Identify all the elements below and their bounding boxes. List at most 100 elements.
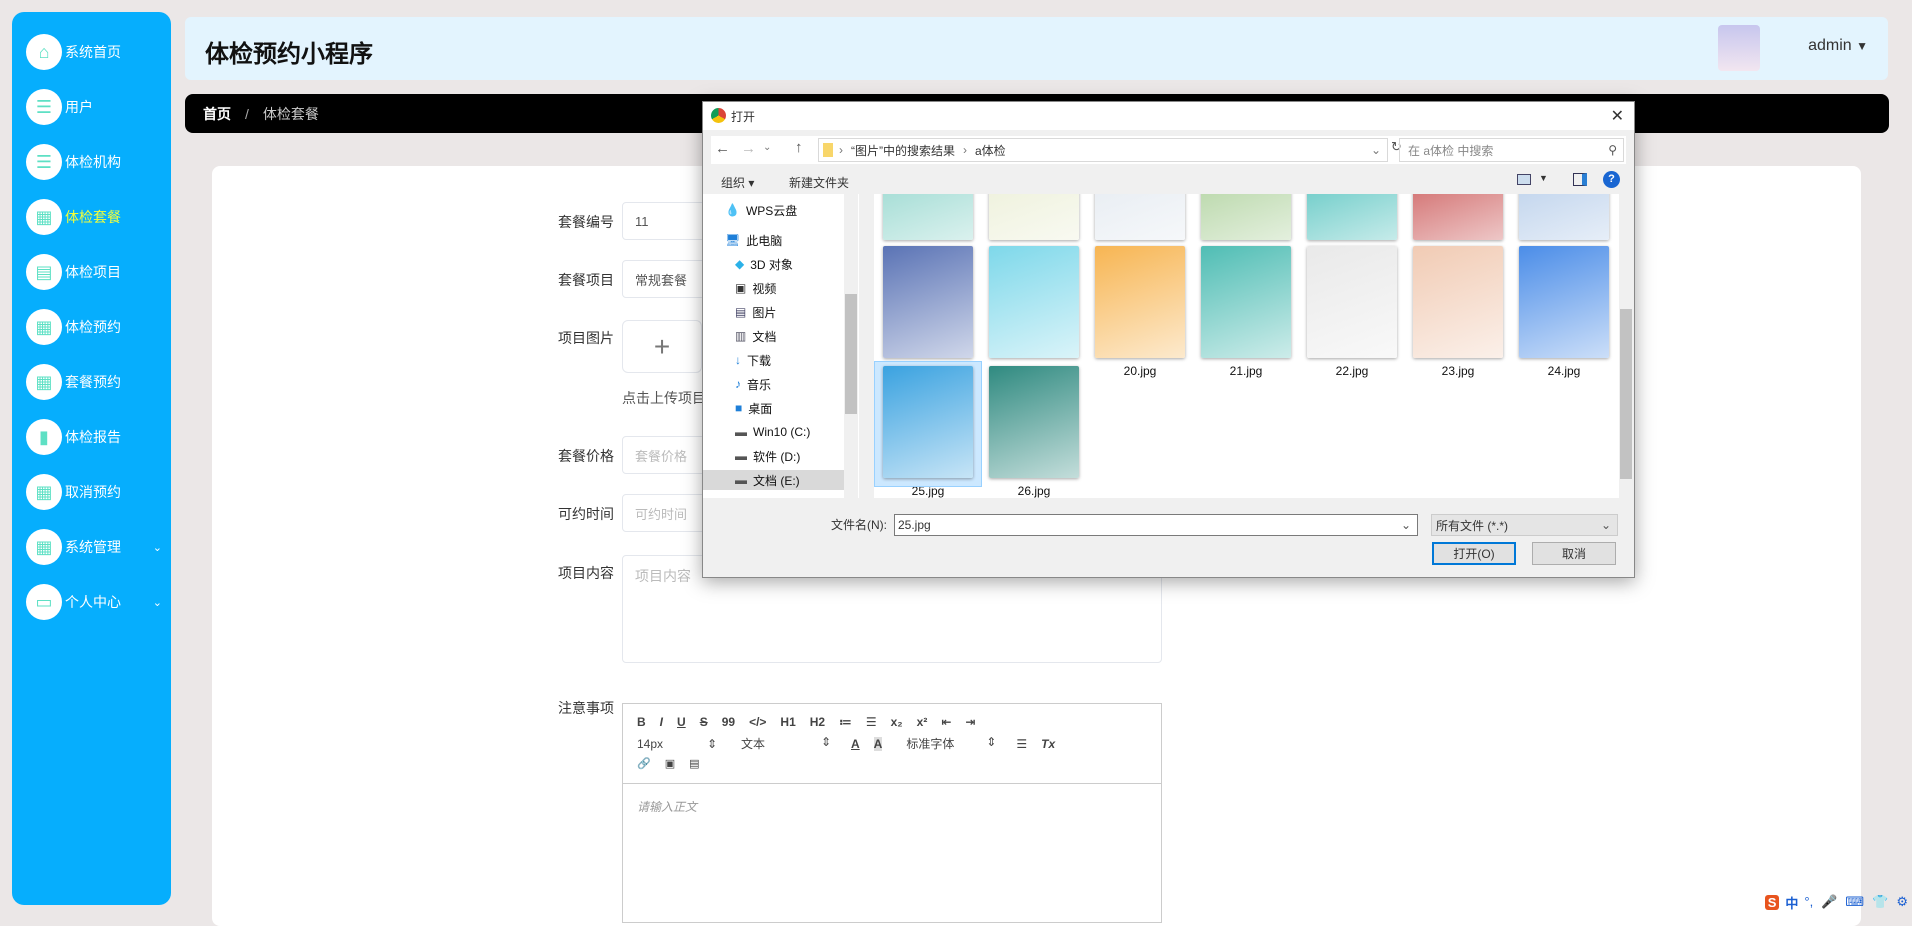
sidebar-item[interactable]: ▦ 套餐预约 [26, 362, 166, 402]
file-item[interactable]: 17.jpg [1511, 194, 1617, 260]
file-item[interactable]: 21.jpg [1193, 242, 1299, 378]
user-menu[interactable]: admin ▼ [1808, 37, 1868, 55]
file-item[interactable]: 23.jpg [1405, 242, 1511, 378]
scrollbar-thumb[interactable] [1620, 309, 1632, 479]
sidebar-item[interactable]: ▦ 系统管理 ⌄ [26, 527, 166, 567]
file-item[interactable]: 14.jpg [1193, 194, 1299, 260]
chevron-down-icon[interactable]: ⌄ [1371, 143, 1381, 157]
editor-tool-button[interactable]: U [677, 715, 686, 729]
video-icon[interactable]: ▤ [689, 757, 699, 770]
nav-item[interactable]: ♪ 音乐 [735, 374, 850, 394]
filetype-select[interactable]: 所有文件 (*.*) ⌄ [1431, 514, 1618, 536]
file-item[interactable]: 15.jpg [1299, 194, 1405, 260]
nav-item[interactable]: ▣ 视频 [735, 278, 850, 298]
sogou-icon[interactable]: S [1764, 894, 1780, 910]
tray-icon[interactable]: ⚙ [1896, 894, 1908, 910]
font-color-icon[interactable]: A [851, 737, 860, 751]
nav-item[interactable]: ▥ 文档 [735, 326, 850, 346]
close-icon[interactable]: ✕ [1611, 106, 1624, 126]
align-icon[interactable]: ☰ [1016, 737, 1027, 751]
file-item[interactable]: 13.jpg [1087, 194, 1193, 260]
sidebar-item[interactable]: ▦ 体检套餐 [26, 197, 166, 237]
sidebar-item[interactable]: ▦ 取消预约 [26, 472, 166, 512]
nav-item[interactable]: ↓ 下载 [735, 350, 850, 370]
file-item[interactable]: 11.jpg [981, 194, 1087, 260]
editor-tool-button[interactable]: H2 [810, 715, 825, 729]
up-icon[interactable]: ↑ [795, 139, 803, 156]
filename-input[interactable]: 25.jpg ⌄ [894, 514, 1418, 536]
editor-tool-button[interactable]: S [700, 715, 708, 729]
editor-tool-button[interactable]: B [637, 715, 646, 729]
editor-tool-button[interactable]: </> [749, 715, 766, 729]
sidebar-item[interactable]: ☰ 用户 [26, 87, 166, 127]
bg-color-icon[interactable]: A [873, 736, 883, 751]
sidebar-item[interactable]: ⌂ 系统首页 [26, 32, 166, 72]
open-button[interactable]: 打开(O) [1432, 542, 1516, 565]
editor-tool-button[interactable]: ≔ [839, 715, 852, 729]
editor-tool-button[interactable]: ⇤ [941, 715, 951, 729]
font-size-select[interactable]: 14px ⇕ [637, 737, 737, 751]
editor-tool-button[interactable]: ☰ [866, 715, 877, 729]
tray-icon[interactable]: ⌨ [1845, 894, 1864, 910]
editor-tool-button[interactable]: H1 [780, 715, 795, 729]
help-icon[interactable]: ? [1603, 171, 1620, 188]
files-scrollbar[interactable] [1619, 194, 1633, 498]
search-input[interactable]: 在 a体检 中搜索 ⚲ [1399, 138, 1624, 162]
file-item[interactable]: 20.jpg [1087, 242, 1193, 378]
nav-item[interactable]: ▬ 软件 (D:) [735, 446, 850, 466]
editor-tool-button[interactable]: x₂ [891, 715, 903, 729]
upload-button[interactable]: + [622, 320, 702, 373]
cancel-button[interactable]: 取消 [1532, 542, 1616, 565]
nav-item[interactable]: ▬ Win10 (C:) [735, 422, 850, 442]
nav-item[interactable]: ■ 桌面 [735, 398, 850, 418]
link-icon[interactable]: 🔗 [637, 757, 651, 770]
file-item[interactable]: 10.jpg [875, 194, 981, 260]
sidebar-item[interactable]: ▭ 个人中心 ⌄ [26, 582, 166, 622]
file-item[interactable]: 26.jpg [981, 362, 1087, 498]
avatar[interactable] [1718, 25, 1760, 71]
preview-pane-icon[interactable] [1573, 173, 1587, 186]
tray-icon[interactable]: 👕 [1872, 894, 1888, 910]
nav-item[interactable]: 💧 WPS云盘 [725, 200, 840, 220]
image-icon[interactable]: ▣ [665, 757, 675, 770]
nav-item[interactable]: ▤ 图片 [735, 302, 850, 322]
editor-tool-button[interactable]: 99 [722, 715, 735, 729]
block-format-select[interactable]: 文本 ⇕ [741, 735, 851, 752]
scrollbar-thumb[interactable] [845, 294, 857, 414]
chevron-down-icon[interactable]: ⌄ [1401, 518, 1411, 532]
tray-icon[interactable]: °, [1804, 894, 1813, 910]
nav-item[interactable]: 🖥 此电脑 [725, 230, 840, 250]
file-item[interactable]: 16.jpg [1405, 194, 1511, 260]
new-folder-button[interactable]: 新建文件夹 [789, 174, 849, 191]
file-item[interactable]: 22.jpg [1299, 242, 1405, 378]
back-icon[interactable]: ← [715, 140, 730, 157]
recent-dropdown-icon[interactable]: ⌄ [763, 142, 771, 153]
address-bar[interactable]: › “图片”中的搜索结果 › a体检 ⌄ [818, 138, 1388, 162]
sidebar-item[interactable]: ☰ 体检机构 [26, 142, 166, 182]
file-item[interactable]: 19.jpg [981, 242, 1087, 378]
editor-body[interactable]: 请输入正文 [637, 798, 697, 815]
organize-button[interactable]: 组织 ▾ [721, 174, 754, 191]
path-segment[interactable]: a体检 [975, 142, 1006, 159]
editor-tool-button[interactable]: I [660, 715, 663, 729]
clear-format-icon[interactable]: Tx [1041, 737, 1055, 751]
breadcrumb-home[interactable]: 首页 [203, 104, 231, 124]
sidebar-item[interactable]: ▦ 体检预约 [26, 307, 166, 347]
nav-item[interactable]: ▬ 文档 (E:) [703, 470, 844, 490]
file-item[interactable]: 18.jpg [875, 242, 981, 378]
sidebar-item[interactable]: ▤ 体检项目 [26, 252, 166, 292]
sidebar-item[interactable]: ▮ 体检报告 [26, 417, 166, 457]
tray-icon[interactable]: 🎤 [1821, 894, 1837, 910]
editor-tool-button[interactable]: x² [917, 715, 928, 729]
nav-item[interactable]: ◆ 3D 对象 [735, 254, 850, 274]
ime-mode[interactable]: 中 [1785, 893, 1798, 912]
file-item[interactable]: 25.jpg [874, 361, 982, 498]
nav-scrollbar[interactable] [844, 194, 858, 498]
file-item[interactable]: 24.jpg [1511, 242, 1617, 378]
view-dropdown-icon[interactable]: ▼ [1539, 173, 1548, 183]
view-icon[interactable] [1517, 174, 1531, 185]
path-segment[interactable]: “图片”中的搜索结果 [851, 142, 955, 159]
font-family-select[interactable]: 标准字体 ⇕ [906, 735, 1016, 752]
forward-icon[interactable]: → [741, 140, 756, 157]
editor-tool-button[interactable]: ⇥ [965, 715, 975, 729]
